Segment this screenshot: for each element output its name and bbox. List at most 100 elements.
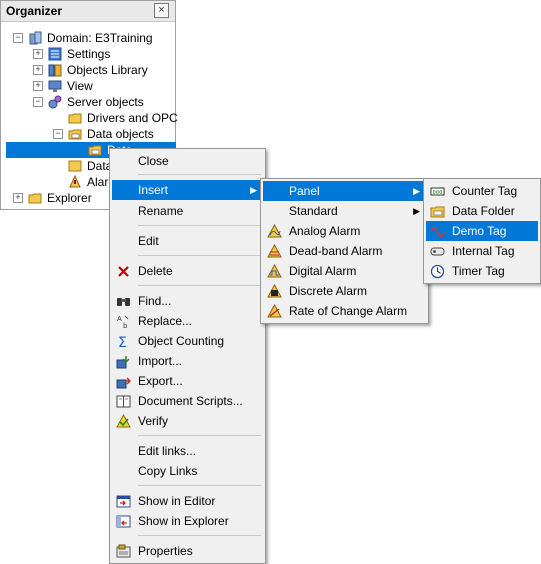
show-in-explorer-icon <box>116 515 131 528</box>
menu-item-close[interactable]: Close <box>112 151 263 171</box>
menu-item-verify[interactable]: Verify <box>112 411 263 431</box>
menu-separator <box>138 255 261 256</box>
binoculars-icon <box>117 298 130 306</box>
tree-item-explorer[interactable]: + Explorer <box>1 190 111 206</box>
scripts-book-icon <box>116 395 131 408</box>
context-menu: Close Insert ▶ Rename Edit Delete Find..… <box>109 148 266 564</box>
expand-icon[interactable]: + <box>33 65 43 75</box>
menu-item-standard[interactable]: Standard ▶ <box>263 201 426 221</box>
menu-item-insert[interactable]: Insert ▶ <box>112 180 263 200</box>
tree-item-domain[interactable]: − Domain: E3Training <box>1 30 175 46</box>
organizer-titlebar: Organizer × <box>1 1 175 22</box>
organizer-title: Organizer <box>6 4 63 18</box>
menu-separator <box>138 174 261 175</box>
menu-item-copy-links[interactable]: Copy Links <box>112 461 263 481</box>
close-icon[interactable]: × <box>154 3 169 18</box>
menu-item-demo-tag[interactable]: Demo Tag <box>426 221 538 241</box>
menu-item-digital-alarm[interactable]: Digital Alarm <box>263 261 426 281</box>
tree-item-view[interactable]: + View <box>1 78 175 94</box>
counter-tag-icon: 000 <box>430 187 445 196</box>
menu-separator <box>138 225 261 226</box>
gears-icon <box>48 95 62 109</box>
internal-tag-icon <box>430 247 445 256</box>
rate-of-change-alarm-icon <box>267 304 282 318</box>
submenu-arrow-icon: ▶ <box>250 185 257 195</box>
menu-item-edit[interactable]: Edit <box>112 231 263 251</box>
submenu-arrow-icon: ▶ <box>413 206 420 216</box>
tree-label-settings: Settings <box>67 47 111 61</box>
discrete-alarm-icon <box>267 284 282 298</box>
folder-icon <box>68 113 82 124</box>
menu-separator <box>138 535 261 536</box>
menu-item-replace[interactable]: A b Replace... <box>112 311 263 331</box>
menu-item-deadband-alarm[interactable]: Dead-band Alarm <box>263 241 426 261</box>
sigma-icon: Σ <box>118 335 127 349</box>
expand-icon[interactable]: + <box>33 49 43 59</box>
tree-item-data-objects[interactable]: − Data objects <box>1 126 175 142</box>
tree-item-data-2[interactable]: Data <box>1 158 112 174</box>
menu-item-show-in-explorer[interactable]: Show in Explorer <box>112 511 263 531</box>
menu-separator <box>138 285 261 286</box>
tree-item-server-objects[interactable]: − Server objects <box>1 94 175 110</box>
menu-item-object-counting[interactable]: Σ Object Counting <box>112 331 263 351</box>
data-folder-icon <box>88 145 102 156</box>
menu-item-counter-tag[interactable]: 000 Counter Tag <box>426 181 538 201</box>
export-icon <box>116 377 131 389</box>
timer-clock-icon <box>430 264 445 279</box>
settings-icon <box>48 47 62 61</box>
menu-item-document-scripts[interactable]: Document Scripts... <box>112 391 263 411</box>
collapse-icon[interactable]: − <box>33 97 43 107</box>
panel-submenu: 000 Counter Tag Data Folder Demo Tag Int… <box>423 178 541 284</box>
menu-item-internal-tag[interactable]: Internal Tag <box>426 241 538 261</box>
digital-alarm-icon <box>267 264 282 278</box>
folder-icon <box>28 193 42 204</box>
data-folder-icon <box>68 129 82 140</box>
expand-icon[interactable]: + <box>13 193 23 203</box>
menu-item-show-in-editor[interactable]: Show in Editor <box>112 491 263 511</box>
svg-text:A: A <box>117 315 122 323</box>
tree-item-settings[interactable]: + Settings <box>1 46 175 62</box>
expand-icon[interactable]: + <box>33 81 43 91</box>
menu-item-rate-of-change-alarm[interactable]: Rate of Change Alarm <box>263 301 426 321</box>
tree-label-objects-library: Objects Library <box>67 63 148 77</box>
menu-item-import[interactable]: Import... <box>112 351 263 371</box>
replace-icon: A b <box>117 315 129 329</box>
svg-text:Σ: Σ <box>118 335 127 349</box>
insert-submenu: Panel ▶ Standard ▶ Analog Alarm Dead-ban… <box>260 178 429 324</box>
collapse-icon[interactable]: − <box>53 129 63 139</box>
menu-item-data-folder[interactable]: Data Folder <box>426 201 538 221</box>
analog-alarm-icon <box>267 224 282 238</box>
svg-text:b: b <box>123 322 128 329</box>
data-server-icon <box>68 160 82 172</box>
menu-item-edit-links[interactable]: Edit links... <box>112 441 263 461</box>
menu-item-delete[interactable]: Delete <box>112 261 263 281</box>
menu-item-find[interactable]: Find... <box>112 291 263 311</box>
alarm-icon <box>69 175 81 188</box>
collapse-icon[interactable]: − <box>13 33 23 43</box>
tree-label-explorer: Explorer <box>47 191 92 205</box>
menu-separator <box>138 435 261 436</box>
tree-item-alarm[interactable]: Alarm <box>1 174 118 190</box>
menu-item-rename[interactable]: Rename <box>112 201 263 221</box>
menu-item-properties[interactable]: Properties <box>112 541 263 561</box>
menu-item-discrete-alarm[interactable]: Discrete Alarm <box>263 281 426 301</box>
svg-text:000: 000 <box>433 190 443 196</box>
monitor-icon <box>48 80 62 92</box>
deadband-alarm-icon <box>267 244 282 258</box>
tree-item-drivers-opc[interactable]: Drivers and OPC <box>1 110 178 126</box>
menu-item-panel[interactable]: Panel ▶ <box>263 181 426 201</box>
tree-label-data-objects: Data objects <box>87 127 154 141</box>
tree-label-view: View <box>67 79 93 93</box>
menu-separator <box>138 485 261 486</box>
menu-item-timer-tag[interactable]: Timer Tag <box>426 261 538 281</box>
tree-label-domain: Domain: E3Training <box>47 31 153 45</box>
import-icon <box>116 356 130 369</box>
tree-item-objects-library[interactable]: + Objects Library <box>1 62 175 78</box>
delete-x-icon <box>118 266 129 277</box>
tree-label-server-objects: Server objects <box>67 95 144 109</box>
menu-item-analog-alarm[interactable]: Analog Alarm <box>263 221 426 241</box>
tree-label-drivers-opc: Drivers and OPC <box>87 111 178 125</box>
library-icon <box>48 64 62 77</box>
domain-icon <box>29 31 42 45</box>
menu-item-export[interactable]: Export... <box>112 371 263 391</box>
